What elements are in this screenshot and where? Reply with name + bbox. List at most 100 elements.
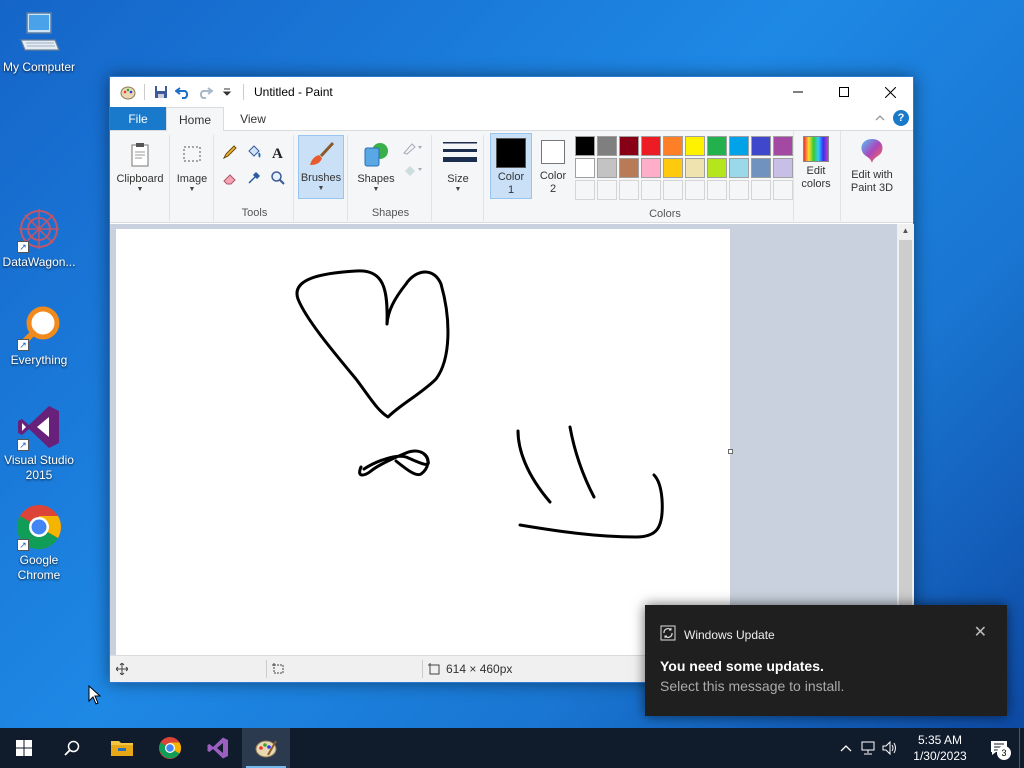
edit-colors-button[interactable]: Edit colors xyxy=(796,133,836,199)
maximize-button[interactable] xyxy=(821,77,867,107)
windows-update-icon xyxy=(660,625,676,644)
color1-button[interactable]: Color 1 xyxy=(490,133,532,199)
scroll-up-icon[interactable]: ▲ xyxy=(897,224,914,238)
group-size: Size ▼ xyxy=(434,135,484,221)
color-swatch[interactable] xyxy=(663,158,683,178)
taskbar-visual-studio[interactable] xyxy=(194,728,242,768)
pencil-icon[interactable] xyxy=(218,139,242,165)
drawing-canvas[interactable] xyxy=(116,229,730,657)
collapse-ribbon-icon[interactable] xyxy=(875,111,885,125)
scrollbar-thumb[interactable] xyxy=(899,240,912,650)
toast-app-name: Windows Update xyxy=(684,627,775,642)
help-icon[interactable]: ? xyxy=(893,110,909,126)
shapes-button[interactable]: Shapes ▼ xyxy=(352,137,400,201)
color-swatch[interactable] xyxy=(685,158,705,178)
color-swatch[interactable] xyxy=(773,158,793,178)
volume-icon[interactable] xyxy=(879,741,901,755)
desktop-icon-google-chrome[interactable]: ↗ Google Chrome xyxy=(0,503,78,583)
color-swatch[interactable] xyxy=(575,158,595,178)
fill-icon[interactable] xyxy=(402,163,424,180)
custom-color-slot[interactable] xyxy=(685,180,705,200)
windows-update-toast[interactable]: Windows Update ✕ You need some updates. … xyxy=(645,605,1007,716)
color-swatch[interactable] xyxy=(663,136,683,156)
mouse-cursor-icon xyxy=(88,684,102,708)
network-icon[interactable] xyxy=(857,741,879,755)
color-swatch[interactable] xyxy=(641,136,661,156)
customize-qat-icon[interactable] xyxy=(217,82,237,102)
show-desktop-button[interactable] xyxy=(1019,728,1024,768)
paint-app-icon[interactable] xyxy=(118,82,138,102)
desktop-icon-visual-studio[interactable]: ↗ Visual Studio 2015 xyxy=(0,403,78,483)
color-swatch[interactable] xyxy=(707,136,727,156)
undo-icon[interactable] xyxy=(173,82,193,102)
canvas-resize-handle[interactable] xyxy=(728,449,733,454)
desktop-icon-label: Everything xyxy=(10,353,68,367)
color-swatch[interactable] xyxy=(685,136,705,156)
tab-file[interactable]: File xyxy=(110,107,166,130)
select-icon xyxy=(177,140,207,170)
paint-window: Untitled - Paint File Home View ? Clipbo… xyxy=(109,76,914,683)
desktop-icon-datawagon[interactable]: ↗ DataWagon... xyxy=(0,205,78,270)
desktop-icon-label: My Computer xyxy=(2,60,76,74)
color-palette xyxy=(574,135,794,201)
custom-color-slot[interactable] xyxy=(641,180,661,200)
color-swatch[interactable] xyxy=(729,158,749,178)
edit-paint3d-button[interactable]: Edit with Paint 3D xyxy=(844,133,900,199)
color-swatch[interactable] xyxy=(619,136,639,156)
taskbar-paint[interactable] xyxy=(242,728,290,768)
qat-separator xyxy=(243,84,244,100)
custom-color-slot[interactable] xyxy=(773,180,793,200)
color-swatch[interactable] xyxy=(575,136,595,156)
taskbar-chrome[interactable] xyxy=(146,728,194,768)
show-hidden-icons-icon[interactable] xyxy=(835,744,857,752)
minimize-button[interactable] xyxy=(775,77,821,107)
color-swatch[interactable] xyxy=(751,136,771,156)
fill-bucket-icon[interactable] xyxy=(242,139,266,165)
custom-color-slot[interactable] xyxy=(707,180,727,200)
group-tools: A Tools xyxy=(216,135,294,221)
color2-button[interactable]: Color 2 xyxy=(533,133,573,199)
start-button[interactable] xyxy=(0,728,48,768)
custom-color-slot[interactable] xyxy=(663,180,683,200)
tab-view[interactable]: View xyxy=(224,107,282,130)
image-button[interactable]: Image ▼ xyxy=(172,137,212,201)
tab-home[interactable]: Home xyxy=(166,107,224,131)
group-shapes: Shapes ▼ Shapes xyxy=(350,135,432,221)
action-center-button[interactable]: 3 xyxy=(979,728,1019,768)
ribbon: Clipboard ▼ Image ▼ A Tools Brushes ▼ Sh… xyxy=(110,131,913,223)
brushes-button[interactable]: Brushes ▼ xyxy=(298,135,344,199)
clipboard-button[interactable]: Clipboard ▼ xyxy=(116,137,164,201)
toast-close-icon[interactable]: ✕ xyxy=(974,622,987,642)
color-swatch[interactable] xyxy=(641,158,661,178)
color-swatch[interactable] xyxy=(619,158,639,178)
eraser-icon[interactable] xyxy=(218,165,242,191)
color-swatch[interactable] xyxy=(773,136,793,156)
desktop-icon-label: Visual Studio 2015 xyxy=(4,453,74,482)
custom-color-slot[interactable] xyxy=(597,180,617,200)
color-swatch[interactable] xyxy=(597,136,617,156)
search-button[interactable] xyxy=(48,728,96,768)
color-swatch[interactable] xyxy=(729,136,749,156)
size-button[interactable]: Size ▼ xyxy=(434,137,482,201)
custom-color-slot[interactable] xyxy=(619,180,639,200)
redo-icon[interactable] xyxy=(195,82,215,102)
custom-color-slot[interactable] xyxy=(751,180,771,200)
magnifier-icon[interactable] xyxy=(266,165,290,191)
desktop-icon-my-computer[interactable]: My Computer xyxy=(0,10,78,75)
vertical-scrollbar[interactable]: ▲ xyxy=(897,224,914,657)
shortcut-arrow-icon: ↗ xyxy=(17,241,29,253)
close-button[interactable] xyxy=(867,77,913,107)
outline-icon[interactable] xyxy=(402,141,424,158)
color-swatch[interactable] xyxy=(597,158,617,178)
custom-color-slot[interactable] xyxy=(729,180,749,200)
taskbar-file-explorer[interactable] xyxy=(98,728,146,768)
save-icon[interactable] xyxy=(151,82,171,102)
color-swatch[interactable] xyxy=(707,158,727,178)
desktop-icon-everything[interactable]: ↗ Everything xyxy=(0,303,78,368)
chrome-icon: ↗ xyxy=(15,503,63,551)
custom-color-slot[interactable] xyxy=(575,180,595,200)
text-icon[interactable]: A xyxy=(266,139,290,165)
clock[interactable]: 5:35 AM 1/30/2023 xyxy=(901,732,979,764)
color-swatch[interactable] xyxy=(751,158,771,178)
color-picker-icon[interactable] xyxy=(242,165,266,191)
